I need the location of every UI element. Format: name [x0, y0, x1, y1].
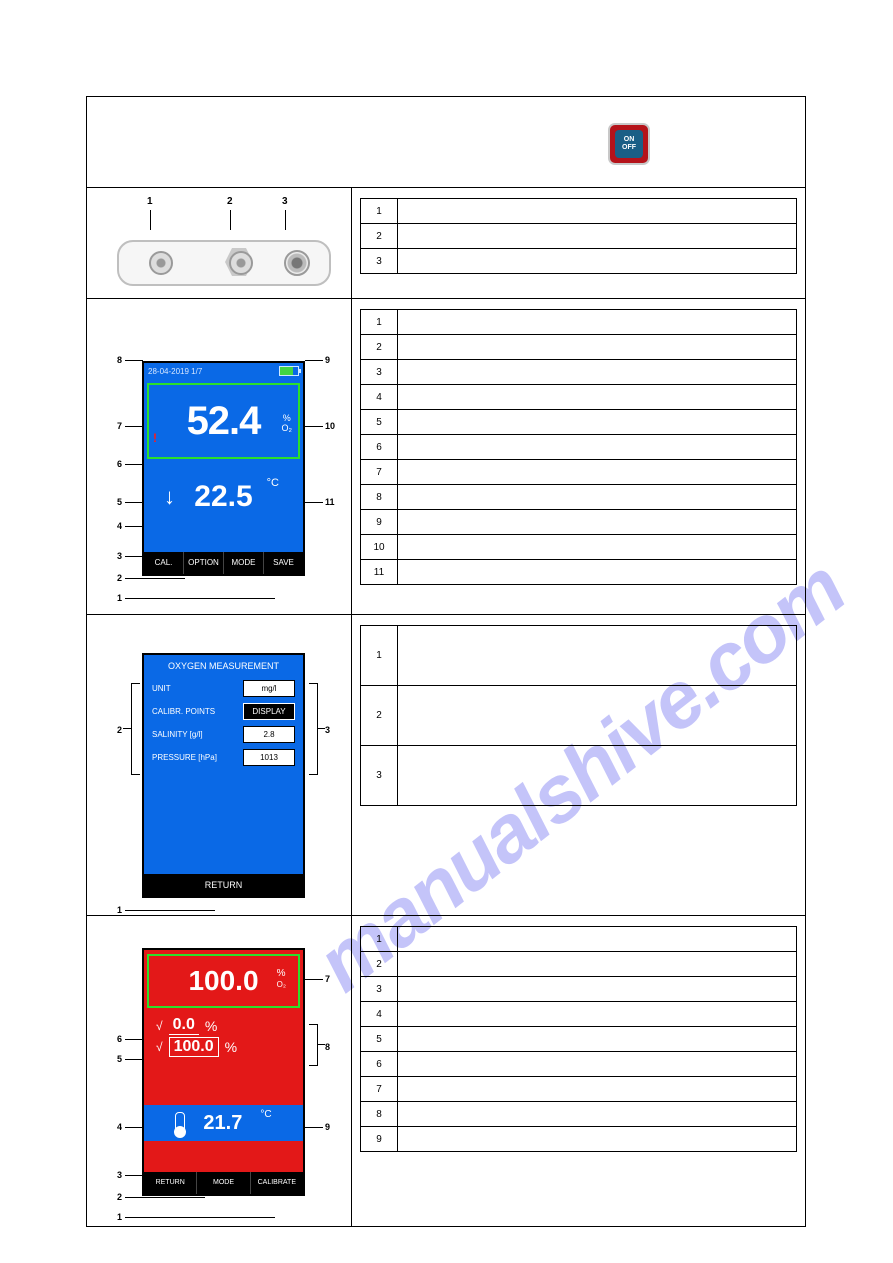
port-3-icon: [284, 250, 310, 276]
calpoints-field[interactable]: DISPLAY: [243, 703, 295, 720]
off-label: OFF: [622, 144, 636, 152]
cal-top-value: 100.0: [188, 965, 258, 997]
lead-1: 1: [117, 593, 122, 603]
row-connectors: 1 2 3 1 2 3: [87, 188, 805, 299]
connector-label-1: 1: [147, 196, 153, 207]
alert-icon: !: [153, 431, 157, 445]
main-unit: %O₂: [282, 413, 293, 433]
header-row: ON OFF: [87, 97, 805, 188]
check-icon-1: √: [156, 1019, 163, 1033]
salinity-field[interactable]: 2.8: [243, 726, 295, 743]
lead-11: 11: [325, 497, 335, 507]
lead-7: 7: [117, 421, 122, 431]
cal-button[interactable]: CAL.: [144, 552, 184, 574]
thermometer-icon: [175, 1112, 185, 1134]
lead-9: 9: [325, 355, 330, 365]
device-screen-calibration: 100.0 %O₂ √ 0.0 % √ 100.0 %: [142, 948, 305, 1196]
battery-icon: [279, 366, 299, 376]
cal-line1-unit: %: [205, 1018, 217, 1034]
unit-label: UNIT: [152, 684, 171, 693]
lead4-9: 9: [325, 1122, 330, 1132]
return-button-2[interactable]: RETURN: [144, 1172, 197, 1194]
connector-panel: [117, 240, 331, 286]
lead-3: 3: [117, 551, 122, 561]
lead4-3: 3: [117, 1170, 122, 1180]
unit-field[interactable]: mg/l: [243, 680, 295, 697]
lead-10: 10: [325, 421, 335, 431]
lead-8: 8: [117, 355, 122, 365]
lead4-4: 4: [117, 1122, 122, 1132]
calibration-table: 1 2 3 4 5 6 7 8 9: [360, 926, 797, 1152]
calpoints-label: CALIBR. POINTS: [152, 707, 215, 716]
salinity-label: SALINITY [g/l]: [152, 730, 203, 739]
cal-temp-unit: °C: [260, 1109, 271, 1120]
option-button[interactable]: OPTION: [184, 552, 224, 574]
device-screen-oxygen: OXYGEN MEASUREMENT UNIT mg/l CALIBR. POI…: [142, 653, 305, 898]
pressure-label: PRESSURE [hPa]: [152, 753, 217, 762]
connector-label-3: 3: [282, 196, 288, 207]
row-measurement: 8 7 6 5 4 3 2 1 9 10 11: [87, 299, 805, 615]
lead-4: 4: [117, 521, 122, 531]
lead-6: 6: [117, 459, 122, 469]
lead-5: 5: [117, 497, 122, 507]
row-calibration: 6 5 4 3 2 1 7 8 9: [87, 916, 805, 1226]
connectors-table: 1 2 3: [360, 198, 797, 274]
temperature-value: 22.5: [194, 480, 252, 514]
cal-line2-unit: %: [225, 1039, 237, 1055]
device-screen-measure: 28-04-2019 1/7 ! 52.4 %O₂ ↓ 22.5 °C: [142, 361, 305, 576]
on-label: ON: [624, 136, 635, 144]
row-oxygen-settings: 1 2 3 OXYGEN MEASUREMENT UNIT mg/l CALIB…: [87, 615, 805, 916]
document-sheet: ON OFF 1 2 3 1: [86, 96, 806, 1227]
return-button[interactable]: RETURN: [144, 874, 303, 896]
lead4-6: 6: [117, 1034, 122, 1044]
lead-2: 2: [117, 573, 122, 583]
lead4-1: 1: [117, 1212, 122, 1222]
calibrate-button[interactable]: CALIBRATE: [251, 1172, 303, 1194]
lead4-2: 2: [117, 1192, 122, 1202]
save-button[interactable]: SAVE: [264, 552, 303, 574]
lead3-2: 2: [117, 725, 122, 735]
cal-temp-value: 21.7: [203, 1112, 242, 1135]
port-2-icon: [229, 251, 253, 275]
cal-line1-value: 0.0: [169, 1016, 199, 1035]
arrow-down-icon: ↓: [164, 484, 175, 510]
oxygen-title: OXYGEN MEASUREMENT: [144, 655, 303, 677]
check-icon-2: √: [156, 1040, 163, 1054]
lead3-1: 1: [117, 905, 122, 915]
temperature-unit: °C: [267, 477, 279, 489]
connector-label-2: 2: [227, 196, 233, 207]
mode-button-2[interactable]: MODE: [197, 1172, 250, 1194]
on-off-button[interactable]: ON OFF: [608, 123, 650, 165]
lead4-7: 7: [325, 974, 330, 984]
cal-top-unit: %O₂: [277, 968, 286, 990]
lead3-3: 3: [325, 725, 330, 735]
port-1-icon: [149, 251, 173, 275]
main-value: 52.4: [187, 401, 261, 441]
lead4-5: 5: [117, 1054, 122, 1064]
main-value-box: ! 52.4 %O₂: [147, 383, 300, 459]
lead4-8: 8: [325, 1042, 330, 1052]
oxygen-table: 1 2 3: [360, 625, 797, 806]
status-date: 28-04-2019 1/7: [148, 367, 202, 376]
measurement-table: 1 2 3 4 5 6 7 8 9 10 11: [360, 309, 797, 585]
pressure-field[interactable]: 1013: [243, 749, 295, 766]
mode-button[interactable]: MODE: [224, 552, 264, 574]
cal-line2-value: 100.0: [169, 1037, 219, 1057]
